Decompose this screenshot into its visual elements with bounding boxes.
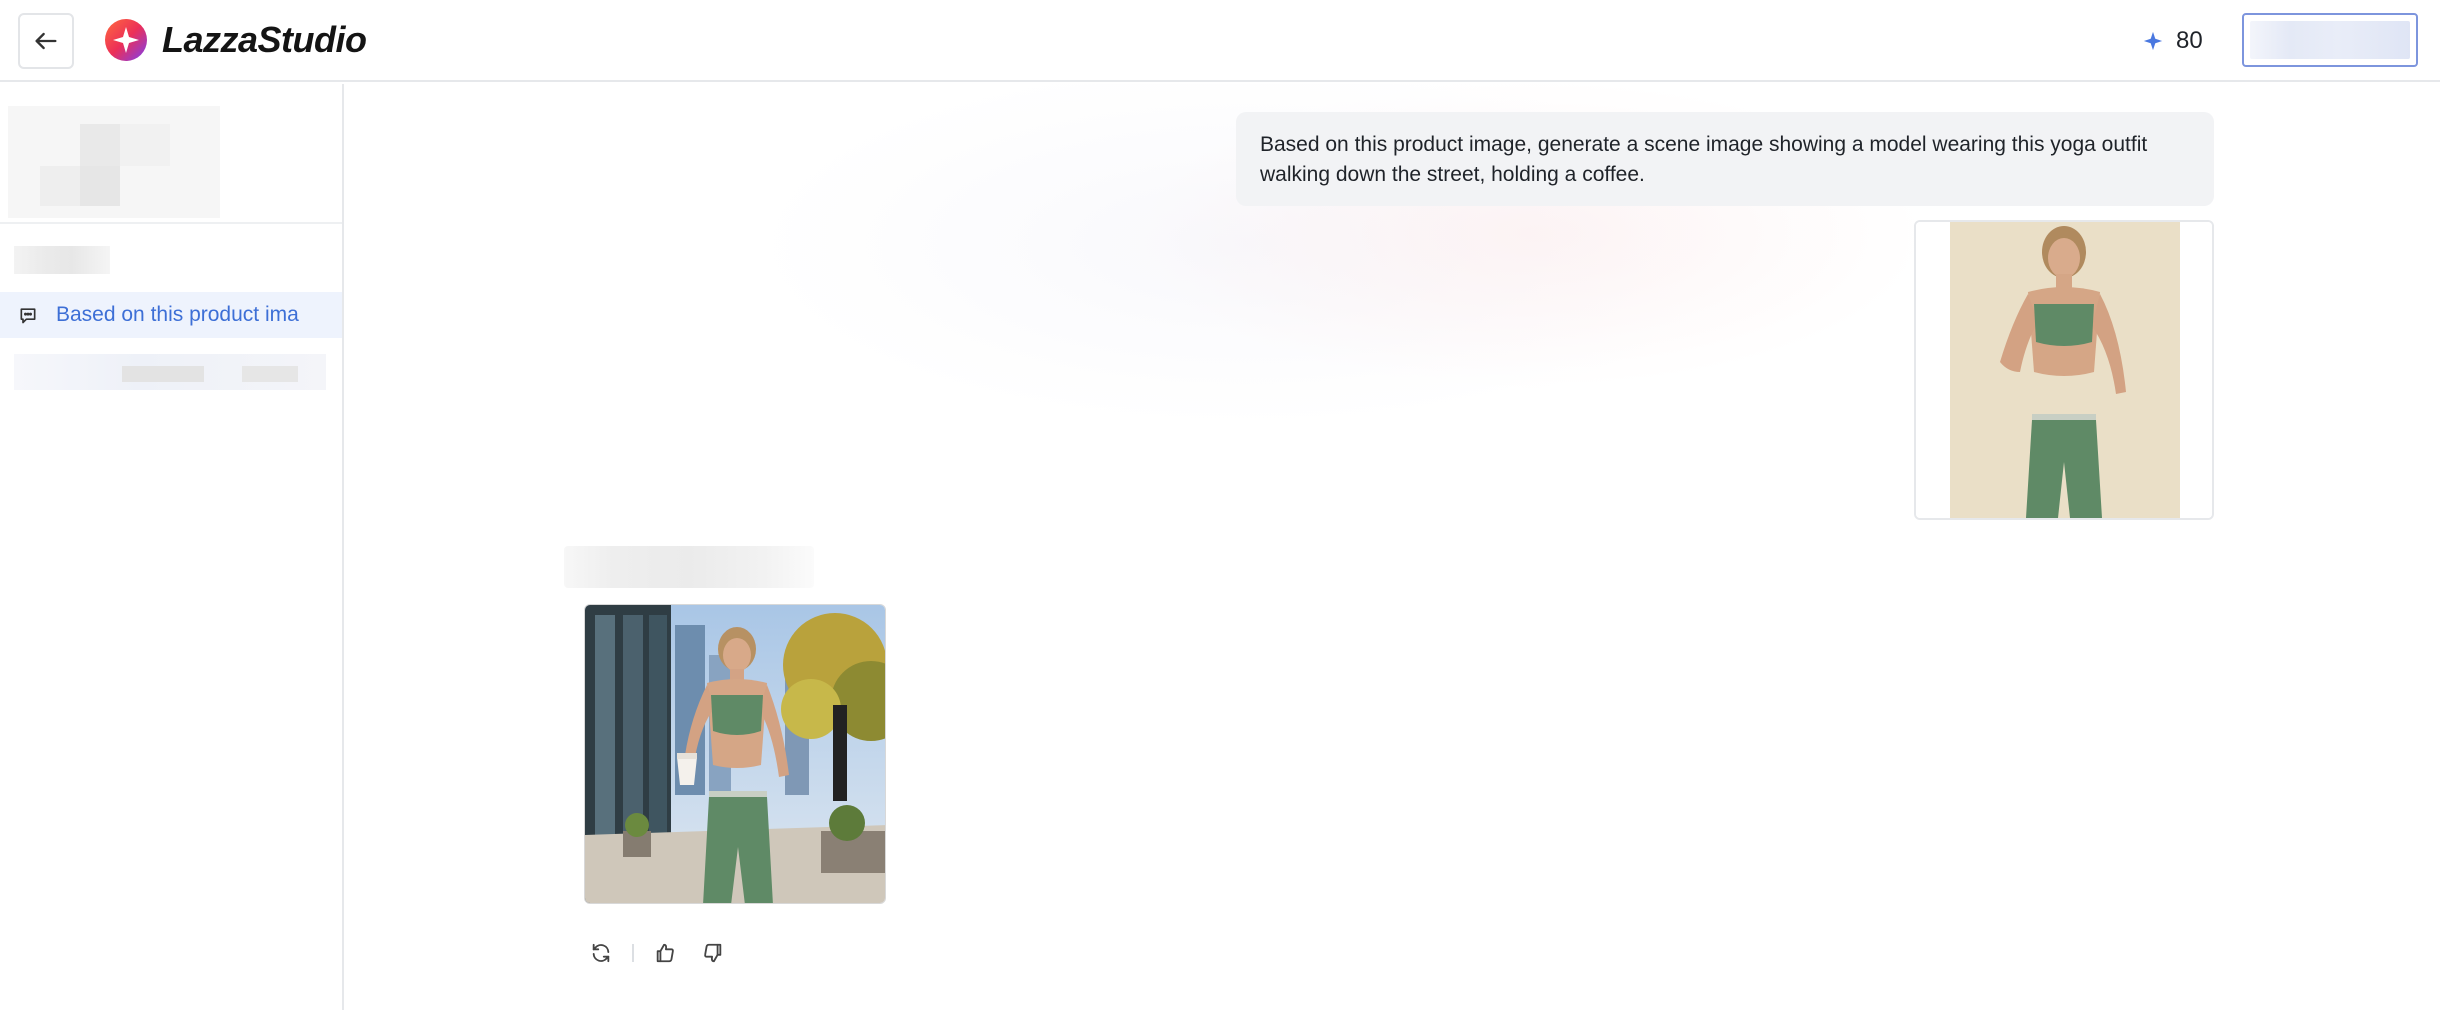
thumbs-up-icon [656,943,674,963]
dislike-button[interactable] [696,936,730,970]
refresh-icon [592,943,610,963]
arrow-left-icon [35,32,57,50]
blurred-sidebar-block [8,106,220,218]
blurred-section-label [14,246,110,274]
sidebar-divider [0,222,342,224]
response-actions [584,936,730,970]
user-message: Based on this product image, generate a … [1236,112,2214,206]
sidebar-item-label: Based on this product ima [56,303,299,326]
back-button[interactable] [18,13,74,69]
actions-divider [632,944,634,962]
credits-counter[interactable]: 80 [2142,24,2203,58]
account-placeholder [2250,21,2410,59]
product-image[interactable] [1914,220,2214,520]
chat-area: Based on this product image, generate a … [344,84,2440,1010]
brand-logo-icon [105,19,147,61]
generated-photo [585,605,885,903]
chat-bubble-icon [18,304,40,326]
thumbs-down-icon [704,943,722,963]
account-button[interactable] [2242,13,2418,67]
sparkle-icon [2143,31,2163,51]
sidebar: Based on this product ima [0,84,344,1010]
blurred-conversation-item[interactable] [14,354,326,390]
credits-value: 80 [2176,27,2203,54]
sidebar-item-conversation[interactable]: Based on this product ima [0,292,342,338]
product-photo [1916,222,2212,518]
regenerate-button[interactable] [584,936,618,970]
blurred-response-header [564,546,814,588]
like-button[interactable] [648,936,682,970]
brand-name: LazzaStudio [162,19,367,60]
top-header: LazzaStudio 80 [0,0,2440,82]
generated-image[interactable] [584,604,886,904]
